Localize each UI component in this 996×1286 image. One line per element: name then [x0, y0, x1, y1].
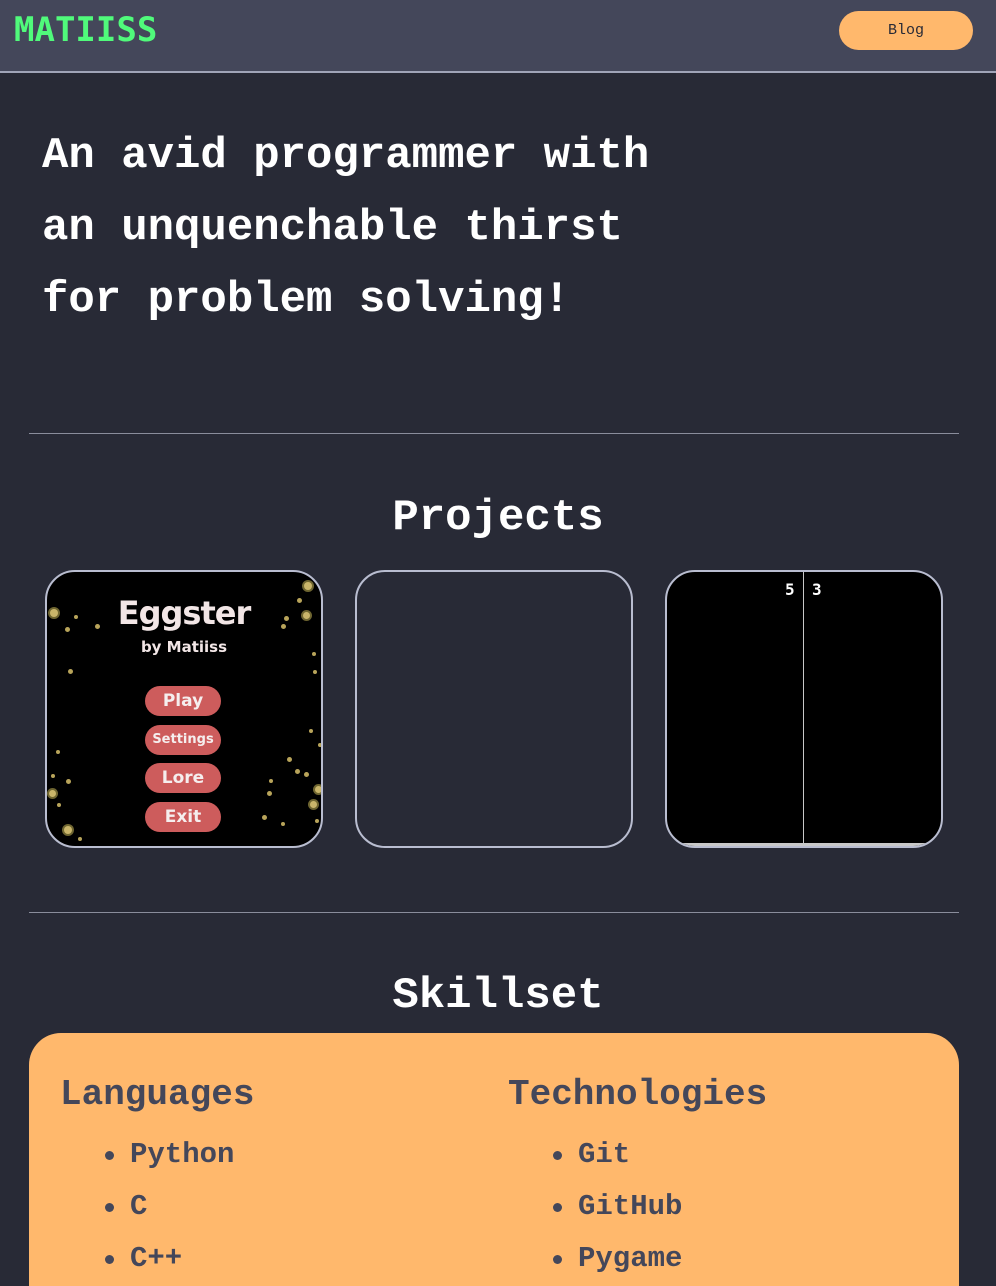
particle-dot [56, 750, 60, 754]
languages-heading: Languages [60, 1074, 255, 1115]
particle-dot [50, 609, 58, 617]
particle-dot [295, 769, 300, 774]
list-item: Python [60, 1129, 254, 1181]
particle-dot [269, 779, 273, 783]
hero-line-3: for problem solving! [42, 275, 571, 325]
technologies-list: Git GitHub Pygame [508, 1129, 767, 1285]
particle-dot [310, 801, 317, 808]
list-item: C [60, 1181, 254, 1233]
hero-line-1: An avid programmer with [42, 131, 650, 181]
blog-button[interactable]: Blog [839, 11, 973, 50]
particle-dot [49, 790, 56, 797]
languages-column: Languages Python C C++ [60, 1073, 254, 1285]
particle-dot [78, 837, 82, 841]
particle-dot [304, 582, 312, 590]
particle-dot [304, 772, 309, 777]
particle-dot [66, 779, 71, 784]
particle-dot [281, 822, 285, 826]
eggster-play-button: Play [145, 686, 221, 716]
technologies-heading: Technologies [508, 1074, 768, 1115]
particle-dot [51, 774, 55, 778]
project-card-eggster[interactable]: Eggster by Matiiss Play Settings Lore Ex… [45, 570, 323, 848]
particle-dot [95, 624, 100, 629]
eggster-subtitle: by Matiiss [140, 638, 228, 656]
section-divider [29, 912, 959, 913]
technologies-column: Technologies Git GitHub Pygame [508, 1073, 767, 1285]
particle-dot [57, 803, 61, 807]
site-logo[interactable]: MATIISS [14, 10, 157, 50]
hero-tagline: An avid programmer with an unquenchable … [42, 120, 802, 336]
particle-dot [297, 598, 302, 603]
particle-dot [312, 652, 316, 656]
particle-dot [284, 616, 289, 621]
eggster-title: Eggster [117, 594, 252, 632]
eggster-exit-button: Exit [145, 802, 221, 832]
particle-dot [315, 819, 319, 823]
section-divider [29, 433, 959, 434]
top-nav-bar: MATIISS Blog [0, 0, 996, 73]
particle-dot [303, 612, 310, 619]
skillset-title: Skillset [392, 971, 604, 1021]
particle-dot [287, 757, 292, 762]
particle-dot [318, 743, 321, 747]
particle-dot [262, 815, 267, 820]
skillset-panel: Languages Python C C++ Technologies Git … [29, 1033, 959, 1286]
particle-dot [64, 826, 72, 834]
eggster-settings-button: Settings [145, 725, 221, 755]
list-item: Pygame [508, 1233, 767, 1285]
pong-score-left: 5 [785, 580, 795, 599]
particle-dot [65, 627, 70, 632]
languages-list: Python C C++ [60, 1129, 254, 1285]
hero-line-2: an unquenchable thirst [42, 203, 623, 253]
particle-dot [267, 791, 272, 796]
particle-dot [313, 670, 317, 674]
project-card-pong[interactable]: 5 3 [665, 570, 943, 848]
projects-title: Projects [392, 493, 604, 543]
eggster-lore-button: Lore [145, 763, 221, 793]
pong-score-right: 3 [812, 580, 822, 599]
list-item: Git [508, 1129, 767, 1181]
particle-dot [74, 615, 78, 619]
particle-dot [309, 729, 313, 733]
list-item: C++ [60, 1233, 254, 1285]
pong-floor [667, 843, 941, 846]
project-card-empty[interactable] [355, 570, 633, 848]
particle-dot [315, 786, 321, 793]
particle-dot [281, 624, 286, 629]
list-item: GitHub [508, 1181, 767, 1233]
pong-center-net [803, 572, 804, 846]
particle-dot [68, 669, 73, 674]
